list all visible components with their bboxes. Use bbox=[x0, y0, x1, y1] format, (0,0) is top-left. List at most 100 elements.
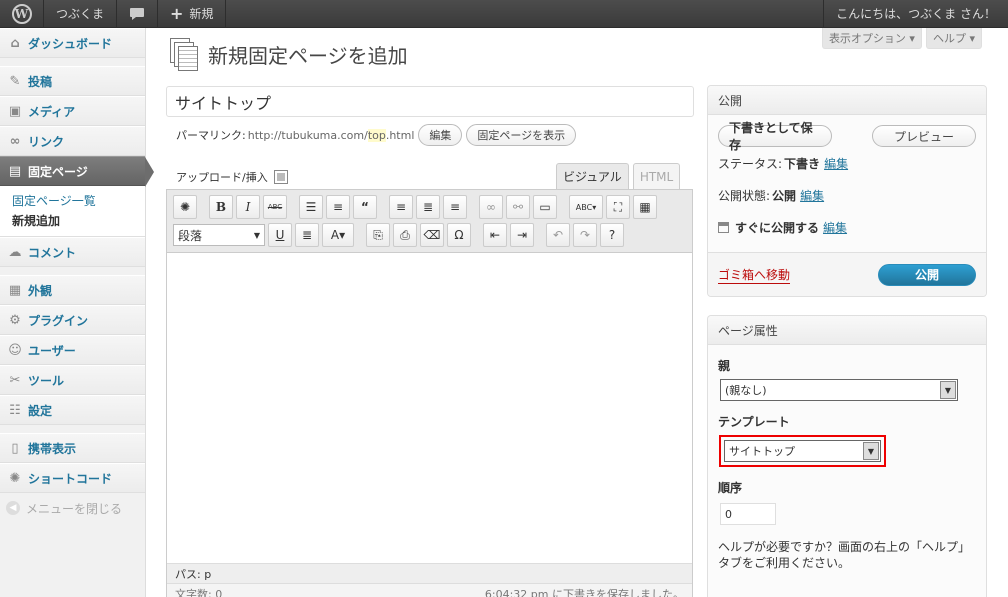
parent-select-value: (親なし) bbox=[725, 384, 767, 397]
submenu-all-pages[interactable]: 固定ページ一覧 bbox=[12, 190, 145, 210]
sidebar-item-media[interactable]: ▣ メディア bbox=[0, 96, 145, 126]
help-icon[interactable]: ? bbox=[600, 223, 624, 247]
mobile-icon: ▯ bbox=[11, 440, 19, 456]
order-input[interactable]: 0 bbox=[720, 503, 776, 525]
sidebar-item-comments[interactable]: ☁ コメント bbox=[0, 237, 145, 267]
edit-visibility-link[interactable]: 編集 bbox=[800, 187, 824, 204]
sidebar-item-plugins[interactable]: ⚙ プラグイン bbox=[0, 305, 145, 335]
numbered-list-icon[interactable]: ≡ bbox=[326, 195, 350, 219]
align-center-icon[interactable]: ≣ bbox=[416, 195, 440, 219]
collapse-menu-button[interactable]: ◀ メニューを閉じる bbox=[0, 493, 145, 523]
text-color-icon[interactable]: A▾ bbox=[322, 223, 354, 247]
tab-visual[interactable]: ビジュアル bbox=[556, 163, 629, 189]
attributes-heading[interactable]: ページ属性 bbox=[708, 316, 986, 345]
tab-html[interactable]: HTML bbox=[632, 163, 681, 189]
special-char-icon[interactable]: Ω bbox=[447, 223, 471, 247]
permalink-label: パーマリンク: bbox=[176, 129, 246, 142]
sidebar-item-label: ユーザー bbox=[28, 343, 76, 358]
pin-icon: ✎ bbox=[9, 73, 21, 89]
screen-options-button[interactable]: 表示オプション ▾ bbox=[821, 28, 922, 49]
site-name-link[interactable]: つぶくま bbox=[44, 0, 118, 28]
edit-slug-button[interactable]: 編集 bbox=[418, 124, 463, 146]
sidebar-item-label: メディア bbox=[28, 104, 76, 119]
editor-toolbar: ✺ B I ABC ☰ ≡ “ ≡ ≣ ≡ ∞ ⚯ ▭ ABC▾ ⛶ ▦ 段落 ▼… bbox=[167, 190, 692, 253]
link-icon: ∞ bbox=[9, 133, 21, 149]
account-greeting[interactable]: こんにちは、つぶくま さん！ bbox=[823, 0, 1008, 28]
content-editor-area[interactable] bbox=[167, 253, 692, 567]
link-icon[interactable]: ∞ bbox=[479, 195, 503, 219]
comment-icon: ☁ bbox=[8, 244, 22, 260]
more-tag-icon[interactable]: ▭ bbox=[533, 195, 557, 219]
submenu-add-new[interactable]: 新規追加 bbox=[12, 210, 145, 230]
sidebar-item-tools[interactable]: ✂ ツール bbox=[0, 365, 145, 395]
parent-label: 親 bbox=[718, 359, 731, 373]
pages-submenu: 固定ページ一覧 新規追加 bbox=[0, 186, 145, 237]
kitchen-sink-icon[interactable]: ✺ bbox=[173, 195, 197, 219]
editor-status: 文字数: 0 6:04:32 pm に下書きを保存しました。 bbox=[167, 583, 692, 597]
spellcheck-icon[interactable]: ABC▾ bbox=[569, 195, 603, 219]
unlink-icon[interactable]: ⚯ bbox=[506, 195, 530, 219]
sidebar-item-appearance[interactable]: ▦ 外観 bbox=[0, 275, 145, 305]
paste-text-icon[interactable]: ⎘ bbox=[366, 223, 390, 247]
trash-link[interactable]: ゴミ箱へ移動 bbox=[718, 266, 791, 284]
sidebar-item-label: コメント bbox=[28, 245, 77, 260]
redo-icon[interactable]: ↷ bbox=[573, 223, 597, 247]
justify-icon[interactable]: ≣ bbox=[295, 223, 319, 247]
autosave-notice: 6:04:32 pm に下書きを保存しました。 bbox=[484, 587, 684, 597]
kitchen-toggle-icon[interactable]: ▦ bbox=[633, 195, 657, 219]
undo-icon[interactable]: ↶ bbox=[546, 223, 570, 247]
bold-icon[interactable]: B bbox=[209, 195, 233, 219]
blockquote-icon[interactable]: “ bbox=[353, 195, 377, 219]
pages-icon: ▤ bbox=[8, 163, 22, 179]
speech-bubble-icon bbox=[130, 7, 145, 20]
permalink-row: パーマリンク: http://tubukuma.com/top .html 編集 … bbox=[176, 124, 577, 146]
wordpress-logo-icon[interactable]: W bbox=[0, 0, 44, 28]
media-upload-icon[interactable] bbox=[273, 170, 288, 184]
paste-word-icon[interactable]: ⎙ bbox=[393, 223, 417, 247]
new-content-link[interactable]: + 新規 bbox=[158, 0, 227, 28]
sidebar-item-label: ダッシュボード bbox=[28, 36, 113, 51]
help-button[interactable]: ヘルプ ▾ bbox=[925, 28, 982, 49]
publish-button[interactable]: 公開 bbox=[878, 263, 976, 286]
sidebar-item-shortcode[interactable]: ✺ ショートコード bbox=[0, 463, 145, 493]
outdent-icon[interactable]: ⇤ bbox=[483, 223, 507, 247]
edit-status-link[interactable]: 編集 bbox=[824, 155, 848, 172]
edit-schedule-link[interactable]: 編集 bbox=[823, 219, 847, 236]
bullet-list-icon[interactable]: ☰ bbox=[299, 195, 323, 219]
view-page-button[interactable]: 固定ページを表示 bbox=[466, 124, 577, 146]
sidebar-item-mobile[interactable]: ▯ 携帯表示 bbox=[0, 433, 145, 463]
fullscreen-icon[interactable]: ⛶ bbox=[606, 195, 630, 219]
parent-select[interactable]: (親なし) ▼ bbox=[720, 379, 958, 401]
word-count: 文字数: 0 bbox=[175, 587, 223, 597]
calendar-icon bbox=[718, 221, 729, 233]
preview-button[interactable]: プレビュー bbox=[872, 125, 976, 147]
sidebar-item-pages[interactable]: ▤ 固定ページ bbox=[0, 156, 154, 187]
comments-link[interactable] bbox=[117, 0, 159, 28]
users-icon: ☺ bbox=[8, 342, 22, 358]
sidebar-item-dashboard[interactable]: ⌂ ダッシュボード bbox=[0, 28, 145, 58]
settings-icon: ☷ bbox=[9, 402, 21, 418]
wordpress-logo: W bbox=[11, 3, 32, 24]
underline-icon[interactable]: U bbox=[268, 223, 292, 247]
visibility-label: 公開状態: bbox=[718, 188, 771, 203]
editor-path: パス: p bbox=[167, 563, 692, 583]
sidebar-item-users[interactable]: ☺ ユーザー bbox=[0, 335, 145, 365]
sidebar-item-label: 設定 bbox=[28, 403, 53, 418]
align-left-icon[interactable]: ≡ bbox=[389, 195, 413, 219]
publish-heading[interactable]: 公開 bbox=[708, 86, 986, 115]
format-select[interactable]: 段落 ▼ bbox=[173, 224, 265, 246]
title-input[interactable]: サイトトップ bbox=[166, 86, 694, 117]
align-right-icon[interactable]: ≡ bbox=[443, 195, 467, 219]
strikethrough-icon[interactable]: ABC bbox=[263, 195, 287, 219]
sidebar-item-settings[interactable]: ☷ 設定 bbox=[0, 395, 145, 425]
template-select[interactable]: サイトトップ ▼ bbox=[724, 440, 881, 462]
remove-format-icon[interactable]: ⌫ bbox=[420, 223, 444, 247]
sidebar-item-links[interactable]: ∞ リンク bbox=[0, 126, 145, 156]
chevron-down-icon: ▼ bbox=[253, 230, 261, 240]
indent-icon[interactable]: ⇥ bbox=[510, 223, 534, 247]
save-draft-button[interactable]: 下書きとして保存 bbox=[718, 121, 832, 152]
sidebar-item-posts[interactable]: ✎ 投稿 bbox=[0, 66, 145, 96]
italic-icon[interactable]: I bbox=[236, 195, 260, 219]
permalink-slug[interactable]: top bbox=[367, 128, 386, 142]
upload-insert[interactable]: アップロード/挿入 bbox=[176, 169, 288, 185]
